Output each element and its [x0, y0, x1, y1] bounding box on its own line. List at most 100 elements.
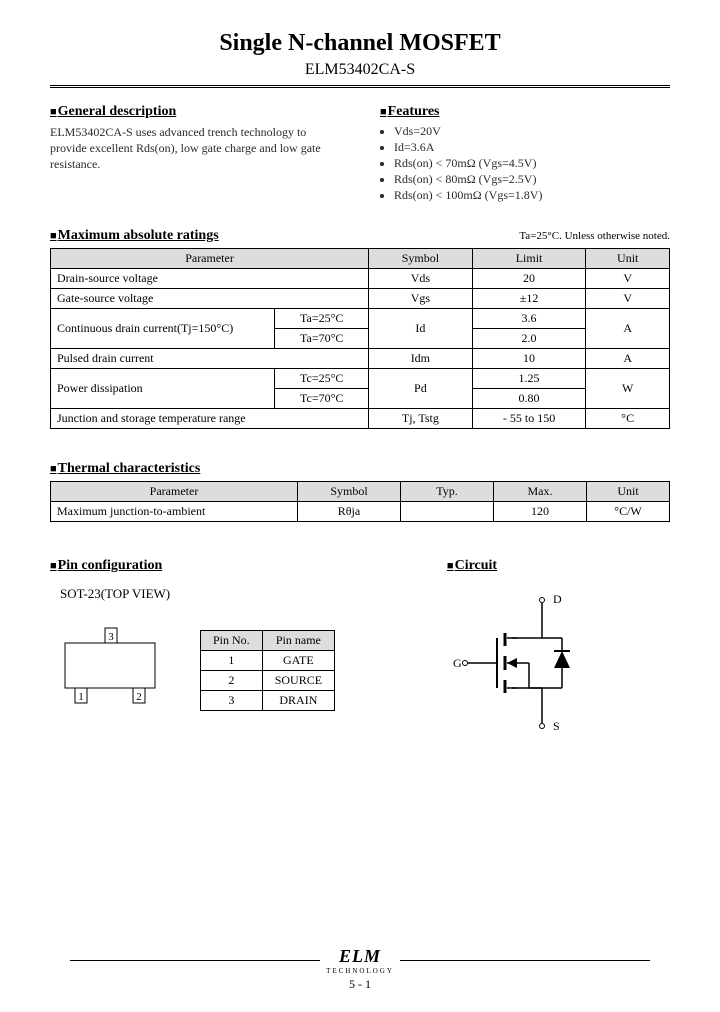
cell-param: Drain-source voltage — [51, 269, 369, 289]
cell-pin-no: 1 — [201, 651, 263, 671]
cell-limit: 0.80 — [472, 389, 586, 409]
page-subtitle: ELM53402CA-S — [50, 61, 670, 79]
table-row: Drain-source voltage Vds 20 V — [51, 269, 670, 289]
feature-item: Rds(on) < 70mΩ (Vgs=4.5V) — [394, 156, 670, 171]
footer-logo: ELM TECHNOLOGY — [326, 946, 394, 975]
max-ratings-table: Parameter Symbol Limit Unit Drain-source… — [50, 248, 670, 429]
section-heading-circuit: Circuit — [447, 558, 670, 574]
features-list: Vds=20V Id=3.6A Rds(on) < 70mΩ (Vgs=4.5V… — [380, 124, 670, 203]
cell-typ — [401, 502, 494, 522]
circuit-label-g: G — [453, 656, 462, 670]
col-unit: Unit — [587, 482, 670, 502]
section-heading-pinconf: Pin configuration — [50, 558, 407, 574]
pin-config-block: Pin configuration SOT-23(TOP VIEW) 3 1 2… — [50, 552, 407, 742]
cell-limit: 3.6 — [472, 309, 586, 329]
cell-cond: Ta=25°C — [275, 309, 369, 329]
cell-sym: Id — [369, 309, 473, 349]
feature-item: Rds(on) < 80mΩ (Vgs=2.5V) — [394, 172, 670, 187]
cell-unit: A — [586, 349, 670, 369]
cell-pin-name: DRAIN — [262, 691, 334, 711]
cell-limit: 1.25 — [472, 369, 586, 389]
cell-sym: Tj, Tstg — [369, 409, 473, 429]
cell-sym: Vgs — [369, 289, 473, 309]
cell-cond: Ta=70°C — [275, 329, 369, 349]
footer-divider-right — [400, 960, 650, 961]
intro-columns: General description ELM53402CA-S uses ad… — [50, 98, 670, 204]
cell-sym: Pd — [369, 369, 473, 409]
col-parameter: Parameter — [51, 482, 298, 502]
cell-limit: - 55 to 150 — [472, 409, 586, 429]
circuit-label-d: D — [553, 592, 562, 606]
cell-unit: °C/W — [587, 502, 670, 522]
cell-limit: 10 — [472, 349, 586, 369]
feature-item: Vds=20V — [394, 124, 670, 139]
cell-limit: ±12 — [472, 289, 586, 309]
logo-sub: TECHNOLOGY — [326, 967, 394, 975]
page-footer: ELM TECHNOLOGY 5 - 1 — [0, 946, 720, 992]
cell-cond: Tc=70°C — [275, 389, 369, 409]
package-label: SOT-23(TOP VIEW) — [60, 586, 407, 602]
pin-table: Pin No. Pin name 1GATE 2SOURCE 3DRAIN — [200, 630, 335, 711]
cell-limit: 2.0 — [472, 329, 586, 349]
cell-max: 120 — [494, 502, 587, 522]
cell-sym: Idm — [369, 349, 473, 369]
cell-param: Power dissipation — [51, 369, 275, 409]
col-max: Max. — [494, 482, 587, 502]
table-row: Pulsed drain current Idm 10 A — [51, 349, 670, 369]
table-header-row: Parameter Symbol Limit Unit — [51, 249, 670, 269]
col-unit: Unit — [586, 249, 670, 269]
cell-pin-no: 3 — [201, 691, 263, 711]
table-row: 3DRAIN — [201, 691, 335, 711]
table-row: 2SOURCE — [201, 671, 335, 691]
circuit-diagram: D S G — [447, 588, 587, 738]
section-heading-thermal: Thermal characteristics — [50, 461, 670, 477]
cell-unit: V — [586, 289, 670, 309]
col-symbol: Symbol — [369, 249, 473, 269]
page-title: Single N-channel MOSFET — [50, 30, 670, 57]
circuit-block: Circuit D S G — [447, 552, 670, 742]
table-header-row: Parameter Symbol Typ. Max. Unit — [51, 482, 670, 502]
package-diagram: 3 1 2 — [50, 618, 170, 718]
table-row: 1GATE — [201, 651, 335, 671]
cell-limit: 20 — [472, 269, 586, 289]
cell-unit: W — [586, 369, 670, 409]
col-typ: Typ. — [401, 482, 494, 502]
col-pin-name: Pin name — [262, 631, 334, 651]
logo-text: ELM — [326, 946, 394, 967]
table-row: Gate-source voltage Vgs ±12 V — [51, 289, 670, 309]
cell-pin-name: SOURCE — [262, 671, 334, 691]
datasheet-page: Single N-channel MOSFET ELM53402CA-S Gen… — [0, 0, 720, 1012]
feature-item: Id=3.6A — [394, 140, 670, 155]
cell-unit: V — [586, 269, 670, 289]
table-row: Maximum junction-to-ambient Rθja 120 °C/… — [51, 502, 670, 522]
cell-pin-no: 2 — [201, 671, 263, 691]
thermal-table: Parameter Symbol Typ. Max. Unit Maximum … — [50, 481, 670, 522]
features-block: Features Vds=20V Id=3.6A Rds(on) < 70mΩ … — [380, 98, 670, 204]
cell-sym: Vds — [369, 269, 473, 289]
table-row: Continuous drain current(Tj=150°C) Ta=25… — [51, 309, 670, 329]
table-header-row: Pin No. Pin name — [201, 631, 335, 651]
footer-logo-line: ELM TECHNOLOGY — [0, 946, 720, 975]
table-row: Power dissipation Tc=25°C Pd 1.25 W — [51, 369, 670, 389]
col-limit: Limit — [472, 249, 586, 269]
col-symbol: Symbol — [298, 482, 401, 502]
pkg-pin2: 2 — [136, 691, 142, 703]
pkg-pin3: 3 — [108, 631, 114, 643]
circuit-label-s: S — [553, 719, 560, 733]
cell-param: Gate-source voltage — [51, 289, 369, 309]
table-row: Junction and storage temperature range T… — [51, 409, 670, 429]
cell-param: Junction and storage temperature range — [51, 409, 369, 429]
pin-config-row: 3 1 2 Pin No. Pin name 1GATE 2SOURCE 3DR… — [50, 610, 407, 718]
page-number: 5 - 1 — [0, 977, 720, 992]
cell-param: Maximum junction-to-ambient — [51, 502, 298, 522]
cell-pin-name: GATE — [262, 651, 334, 671]
col-pin-no: Pin No. — [201, 631, 263, 651]
title-divider — [50, 85, 670, 88]
footer-divider-left — [70, 960, 320, 961]
cell-unit: A — [586, 309, 670, 349]
cell-param: Continuous drain current(Tj=150°C) — [51, 309, 275, 349]
bottom-columns: Pin configuration SOT-23(TOP VIEW) 3 1 2… — [50, 552, 670, 742]
pkg-pin1: 1 — [78, 691, 84, 703]
cell-param: Pulsed drain current — [51, 349, 369, 369]
cell-cond: Tc=25°C — [275, 369, 369, 389]
